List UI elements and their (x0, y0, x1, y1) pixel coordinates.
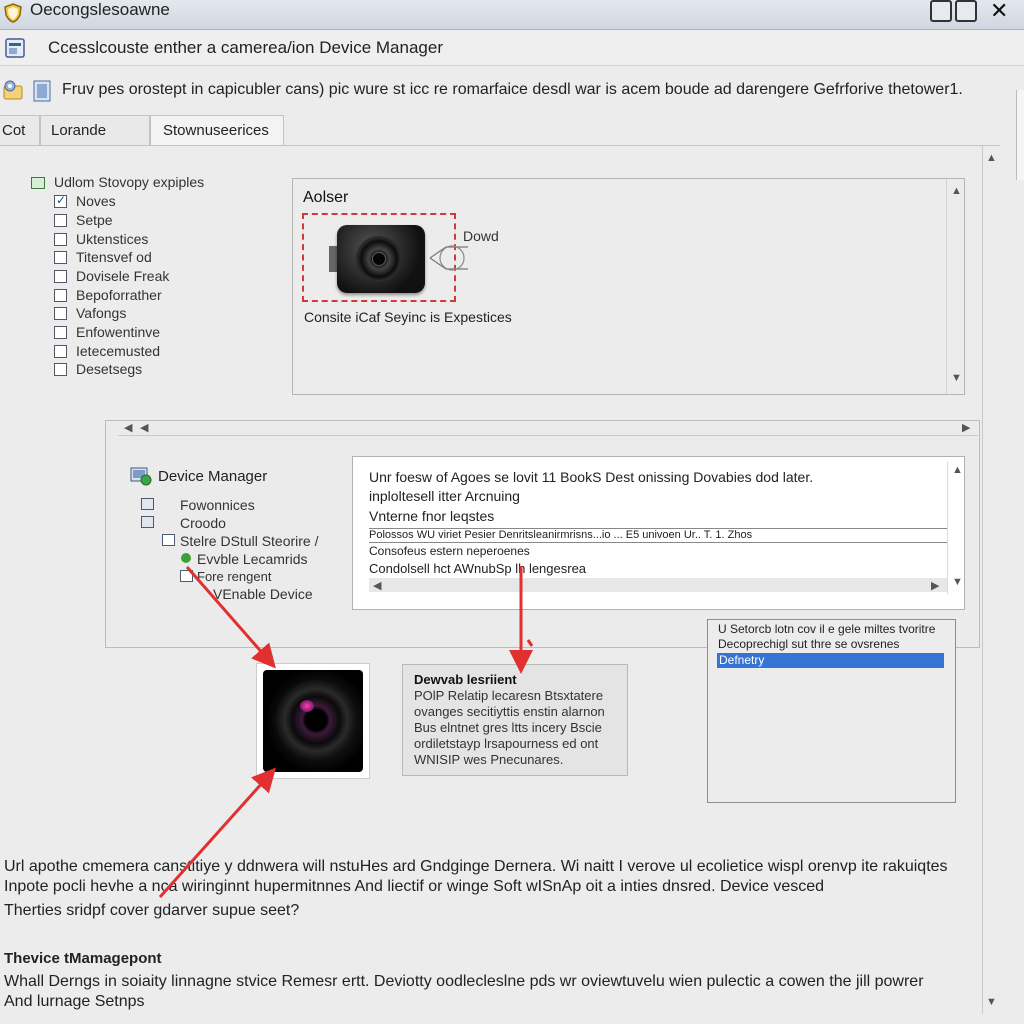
checklist-item-label: Noves (76, 193, 116, 209)
checkbox[interactable] (54, 233, 67, 246)
tree-node-icon (162, 534, 175, 546)
checklist-root-icon (31, 177, 45, 189)
scroll-left-icon[interactable]: ◀ (373, 579, 381, 592)
details-row[interactable]: Condolsell hct AWnubSp lh lengesrea (369, 561, 586, 576)
notes-line: ovanges secitiyttis enstin alarnon (414, 704, 605, 719)
tree-node[interactable]: Stelre DStull Steorire / (180, 533, 319, 549)
section-heading: Thevice tMamagepont (4, 950, 162, 967)
scroll-up-icon[interactable]: ▲ (951, 185, 962, 197)
window-title: Oecongslesoawne (30, 0, 170, 19)
tab-lorande[interactable]: Lorande (40, 115, 150, 145)
checklist-item-label: Titensvef od (76, 249, 152, 265)
notes-title: Dewvab lesriient (414, 672, 517, 687)
scroll-up-icon[interactable]: ▲ (986, 152, 997, 164)
device-manager-title: Device Manager (158, 468, 268, 485)
gear-folder-icon (3, 80, 23, 100)
document-icon (33, 80, 51, 102)
body-paragraph-line: Inpote pocli hevhe a nca wiringinnt hupe… (4, 878, 825, 895)
nav-left2-icon[interactable]: ◀ (140, 421, 148, 434)
checkbox[interactable] (54, 363, 67, 376)
checklist-item-label: Dovisele Freak (76, 268, 170, 284)
minimize-button[interactable] (930, 0, 952, 22)
checkbox[interactable] (54, 289, 67, 302)
notes-line: POlP Relatip lecaresn Btsxtatere (414, 688, 604, 703)
body-paragraph-line: Whall Derngs in soiaity linnagne stvice … (4, 973, 924, 990)
body-paragraph-line: Url apothe cmemera canstitiye y ddnwera … (4, 858, 948, 875)
camera-callout-label: Dowd (463, 228, 499, 244)
green-check-icon (181, 553, 191, 563)
close-button[interactable]: ✕ (990, 0, 1008, 22)
details-row[interactable]: Polossos WU viriet Pesier Denritsleanirm… (369, 529, 752, 541)
nav-right-icon[interactable]: ▶ (962, 421, 970, 434)
scroll-right-icon[interactable]: ▶ (931, 579, 939, 592)
body-paragraph-line: Therties sridpf cover gdarver supue seet… (4, 902, 300, 919)
checklist-root-label: Udlom Stovopy expiples (54, 174, 205, 190)
description-text: Fruv pes orostept in capicubler cans) pi… (62, 81, 963, 98)
tab-divider (0, 145, 1000, 146)
details-row[interactable]: Consofeus estern neperoenes (369, 544, 530, 558)
properties-scrollbar[interactable]: ▲ ▼ (946, 179, 964, 394)
tree-node-icon (141, 498, 154, 510)
dropdown-text: Decoprechigl sut thre se ovsrenes (718, 637, 900, 651)
device-manager-nav[interactable]: ◀ ◀ ▶ (118, 420, 978, 436)
scroll-down-icon[interactable]: ▼ (952, 576, 963, 588)
checklist-item-label: Vafongs (76, 305, 127, 321)
notes-line: WNISIP wes Pnecunares. (414, 752, 564, 767)
checklist-item-label: Desetsegs (76, 361, 143, 377)
header-title: Ccesslcouste enther a camereа/ion Device… (48, 38, 443, 57)
checkbox-checked[interactable] (54, 193, 67, 208)
main-scrollbar[interactable]: ▲ ▼ (982, 146, 998, 1014)
scroll-down-icon[interactable]: ▼ (951, 372, 962, 384)
checklist-item-label: Uktenstices (76, 231, 149, 247)
details-line: Unr foesw of Agoes se lovit 11 BookS Des… (369, 469, 814, 485)
maximize-button[interactable] (955, 0, 977, 22)
tree-node-icon (141, 516, 154, 528)
details-divider (369, 542, 947, 543)
device-manager-icon (130, 467, 152, 486)
checklist-item-label: Bepoforrather (76, 287, 162, 303)
camera-caption: Consite iCaf Seyinc is Expestices (304, 309, 512, 325)
nav-left-icon[interactable]: ◀ (124, 421, 132, 434)
dropdown-text: U Setorcb lotn cov il e gele miltes tvor… (718, 622, 936, 636)
app-shield-icon (4, 3, 22, 23)
details-hscrollbar[interactable]: ◀ ▶ (369, 578, 947, 592)
notes-line: Bus elntnet gres ltts incery Bscie (414, 720, 602, 735)
checklist-item-label: Enfowentinve (76, 324, 161, 340)
callout-pointer-icon (429, 245, 468, 271)
tree-node[interactable]: Croodo (180, 515, 226, 531)
camera-lens-center (372, 252, 386, 266)
properties-title: Aolser (303, 189, 349, 206)
lens-glint (300, 700, 314, 712)
checklist-item-label: Ietecemusted (76, 343, 161, 359)
details-line: inploltesell itter Arcnuing (369, 488, 520, 504)
checkbox[interactable] (54, 270, 67, 283)
checklist-item-label: Setpe (76, 212, 113, 228)
tab-cot[interactable]: Cot (0, 115, 40, 145)
checkbox[interactable] (54, 345, 67, 358)
scroll-up-icon[interactable]: ▲ (952, 464, 963, 476)
details-scrollbar[interactable]: ▲ ▼ (947, 462, 964, 594)
camera-lens-large (276, 680, 356, 760)
checkbox[interactable] (54, 307, 67, 320)
tab-stownuseerices[interactable]: Stownuseerices (150, 115, 284, 146)
tree-node[interactable]: Evvble Lecamrids (197, 551, 308, 567)
side-toolbar (1016, 90, 1024, 180)
tree-node-icon (180, 570, 193, 582)
checkbox[interactable] (54, 251, 67, 264)
body-paragraph-line: And lurnage Setnps (4, 993, 145, 1010)
enable-device-item[interactable]: VEnable Device (213, 586, 313, 602)
tree-node[interactable]: Fowonnices (180, 497, 255, 513)
notes-line: ordiletstayp lrsapourness ed ont (414, 736, 599, 751)
checkbox[interactable] (54, 214, 67, 227)
device-window-icon (5, 38, 25, 58)
dropdown-selected-item[interactable]: Defnetry (717, 653, 944, 668)
details-line: Vnterne fnor leqstes (369, 508, 495, 524)
tree-node[interactable]: Fore rengent (197, 569, 271, 584)
scroll-down-icon[interactable]: ▼ (986, 996, 997, 1008)
checkbox[interactable] (54, 326, 67, 339)
